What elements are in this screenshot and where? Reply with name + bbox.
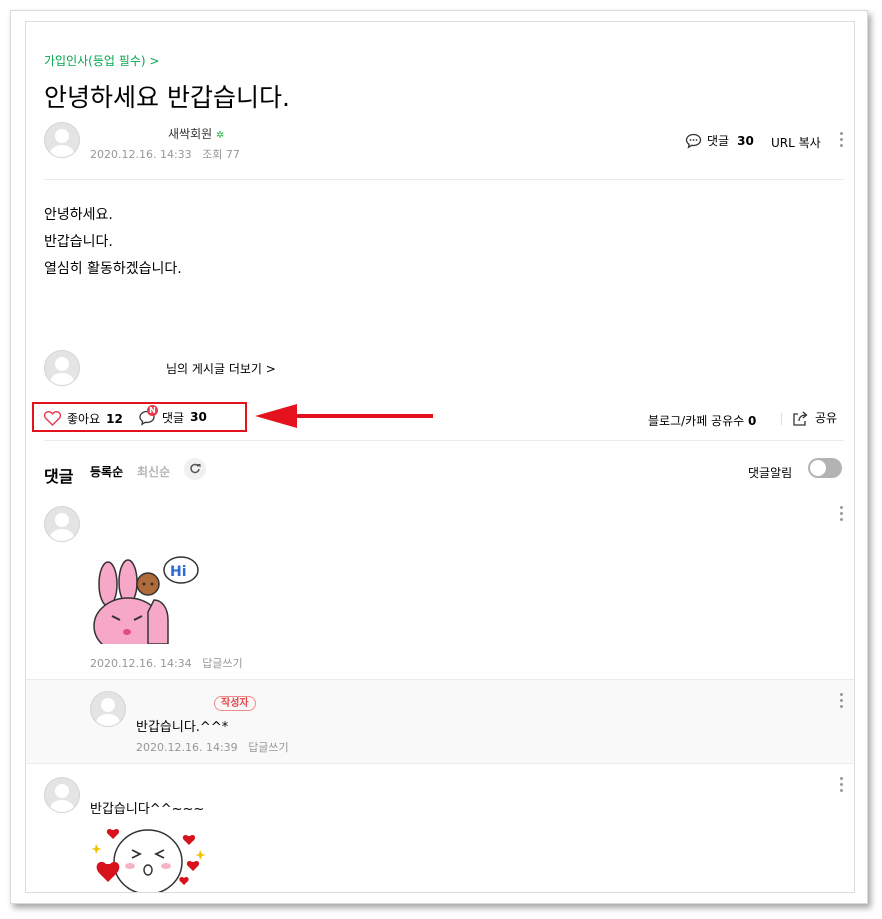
comment-more-icon[interactable]	[840, 777, 844, 795]
sort-latest-tab[interactable]: 최신순	[137, 463, 170, 480]
comment-bubble-icon	[685, 133, 702, 149]
comment-text: 반갑습니다^^~~~	[90, 802, 205, 817]
reply-meta: 2020.12.16. 14:39 답글쓰기	[136, 739, 289, 755]
actions-divider	[44, 440, 844, 441]
comment-notify-toggle[interactable]	[808, 458, 842, 478]
post-meta: 2020.12.16. 14:33 조회 77	[90, 146, 240, 162]
comment-more-icon[interactable]	[840, 506, 844, 524]
reply-avatar[interactable]	[90, 691, 126, 727]
reply-top-divider	[26, 679, 854, 680]
screenshot-frame: 가입인사(등업 필수) > 안녕하세요 반갑습니다. 새싹회원 ✲ 2020.1…	[10, 10, 868, 904]
reply-author-row: 작성자	[214, 691, 256, 711]
red-arrow-annotation	[255, 404, 433, 428]
reply-link[interactable]: 답글쓰기	[202, 657, 242, 670]
bunny-hi-sticker: Hi	[93, 556, 199, 644]
share-divider	[781, 413, 782, 425]
header-comment-link[interactable]: 댓글 30	[685, 132, 754, 149]
more-posts-link[interactable]: 님의 게시글 더보기 >	[166, 360, 276, 377]
share-count: 0	[748, 414, 757, 428]
toggle-knob	[810, 460, 826, 476]
comment-icon-wrap: N	[138, 405, 158, 426]
reply-more-icon[interactable]	[840, 693, 844, 711]
author-avatar[interactable]	[44, 122, 80, 158]
header-divider	[44, 179, 844, 180]
like-count: 12	[106, 411, 123, 426]
header-comment-count: 30	[737, 133, 754, 148]
share-count-label: 블로그/카페 공유수	[648, 414, 745, 428]
post-body-line: 반갑습니다.	[44, 234, 113, 250]
comment-avatar[interactable]	[44, 777, 80, 813]
share-label: 공유	[815, 411, 838, 425]
more-posts-avatar[interactable]	[44, 350, 80, 386]
cafe-article: 가입인사(등업 필수) > 안녕하세요 반갑습니다. 새싹회원 ✲ 2020.1…	[25, 21, 855, 893]
hi-sticker-text: Hi	[170, 564, 187, 580]
category-link[interactable]: 가입인사(등업 필수) >	[44, 52, 159, 69]
url-copy-button[interactable]: URL 복사	[771, 134, 821, 151]
refresh-icon	[190, 463, 201, 474]
author-grade: 새싹회원 ✲	[168, 125, 224, 142]
comment-date: 2020.12.16. 14:34	[90, 657, 192, 670]
comment-notify-label: 댓글알림	[748, 466, 793, 480]
comment-button[interactable]: N 댓글 30	[138, 405, 207, 426]
author-grade-label: 새싹회원	[168, 127, 213, 141]
sprout-icon: ✲	[216, 130, 225, 141]
comment-avatar[interactable]	[44, 506, 80, 542]
share-icon	[793, 411, 808, 426]
like-label: 좋아요	[67, 412, 101, 426]
post-date: 2020.12.16. 14:33	[90, 148, 192, 161]
post-body-line: 열심히 활동하겠습니다.	[44, 261, 182, 277]
comment-meta: 2020.12.16. 14:34 답글쓰기	[90, 655, 243, 671]
like-button[interactable]: 좋아요 12	[44, 410, 123, 427]
writer-badge: 작성자	[214, 696, 256, 711]
sort-registered-tab[interactable]: 등록순	[90, 463, 123, 480]
comment-action-label: 댓글	[162, 410, 185, 425]
reply-comment: 작성자 반갑습니다.^^* 2020.12.16. 14:39 답글쓰기	[26, 679, 854, 763]
share-button[interactable]: 공유	[792, 409, 837, 426]
comment-action-count: 30	[190, 410, 207, 424]
post-more-icon[interactable]	[840, 132, 844, 150]
refresh-button[interactable]	[184, 458, 206, 480]
post-views: 조회 77	[202, 148, 240, 161]
reply-link[interactable]: 답글쓰기	[248, 741, 288, 754]
reply-bottom-divider	[26, 763, 854, 764]
header-comment-label: 댓글	[707, 134, 730, 148]
post-title: 안녕하세요 반갑습니다.	[44, 83, 290, 112]
heart-icon	[44, 411, 61, 426]
post-body-line: 안녕하세요.	[44, 207, 113, 223]
new-badge: N	[147, 405, 158, 416]
blog-cafe-share-count: 블로그/카페 공유수 0	[648, 412, 756, 429]
reply-text: 반갑습니다.^^*	[136, 720, 229, 735]
hearts-kiss-sticker	[91, 828, 206, 892]
post-body: 안녕하세요. 반갑습니다. 열심히 활동하겠습니다.	[44, 202, 182, 283]
reply-date: 2020.12.16. 14:39	[136, 741, 238, 754]
comments-title: 댓글	[44, 467, 74, 486]
